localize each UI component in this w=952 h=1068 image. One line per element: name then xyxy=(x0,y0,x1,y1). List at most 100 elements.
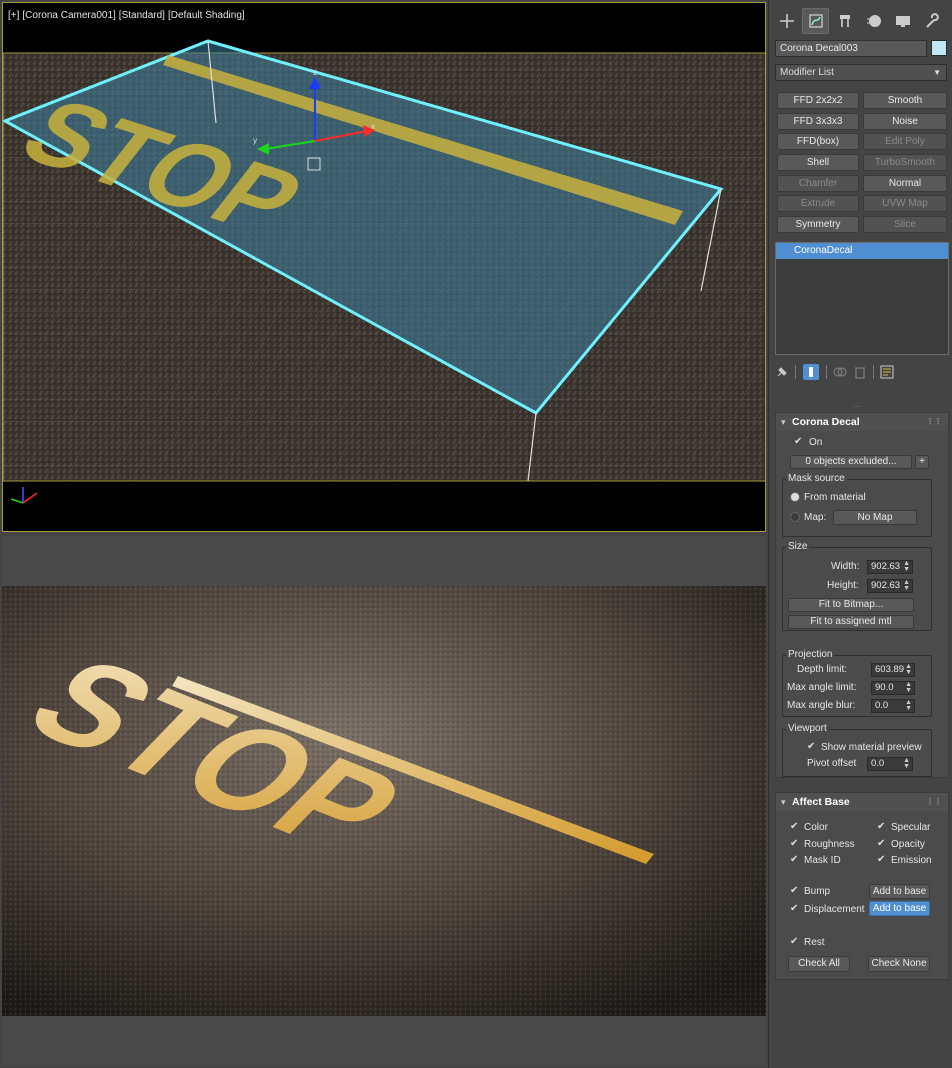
add-excluded-button[interactable]: + xyxy=(915,455,929,469)
modifier-noise-button[interactable]: Noise xyxy=(863,113,947,130)
remove-modifier-icon[interactable] xyxy=(853,365,867,379)
svg-text:x: x xyxy=(371,122,375,131)
emission-label: Emission xyxy=(891,855,932,866)
from-material-radio[interactable] xyxy=(790,492,800,502)
show-material-preview-label: Show material preview xyxy=(821,742,922,753)
pivot-offset-label: Pivot offset xyxy=(807,758,857,769)
fit-to-assigned-mtl-button[interactable]: Fit to assigned mtl xyxy=(788,615,914,629)
motion-tab[interactable] xyxy=(860,8,887,34)
corona-decal-rollout: Corona Decal ⋮⋮ ✔ On 0 objects excluded.… xyxy=(775,412,949,778)
specular-checkbox[interactable]: ✔ xyxy=(877,822,887,832)
modifier-symmetry-button[interactable]: Symmetry xyxy=(777,216,859,233)
displacement-checkbox[interactable]: ✔ xyxy=(790,904,800,914)
viewport-menu-plus[interactable]: [+] xyxy=(8,10,19,21)
chevron-down-icon: ▼ xyxy=(933,68,941,77)
map-radio[interactable] xyxy=(790,512,800,522)
viewport-camera-label[interactable]: [Corona Camera001] xyxy=(22,10,115,21)
toolbar-divider xyxy=(795,365,796,379)
render-frame: STOP xyxy=(2,536,766,1066)
spinner-arrows-icon[interactable]: ▲ ▼ xyxy=(905,699,912,712)
roughness-checkbox[interactable]: ✔ xyxy=(790,839,800,849)
hierarchy-tab[interactable] xyxy=(831,8,858,34)
bump-add-to-base-button[interactable]: Add to base xyxy=(869,884,930,899)
modifier-shell-button[interactable]: Shell xyxy=(777,154,859,171)
check-none-button[interactable]: Check None xyxy=(868,956,930,972)
no-map-button[interactable]: No Map xyxy=(833,510,917,525)
color-checkbox[interactable]: ✔ xyxy=(790,822,800,832)
depth-limit-value: 603.89 xyxy=(875,664,905,675)
pin-stack-icon[interactable] xyxy=(775,365,789,379)
show-end-result-icon[interactable] xyxy=(802,363,820,381)
mask-id-checkbox[interactable]: ✔ xyxy=(790,855,800,865)
max-angle-blur-value: 0.0 xyxy=(875,700,889,711)
utilities-tab[interactable] xyxy=(918,8,945,34)
svg-text:z: z xyxy=(313,68,317,77)
bump-checkbox[interactable]: ✔ xyxy=(790,886,800,896)
object-color-swatch[interactable] xyxy=(931,40,947,56)
check-all-button[interactable]: Check All xyxy=(788,956,850,972)
modifier-turbosmooth-button[interactable]: TurboSmooth xyxy=(863,154,947,171)
viewport-standard-label[interactable]: [Standard] xyxy=(119,10,165,21)
opacity-checkbox[interactable]: ✔ xyxy=(877,839,887,849)
max-angle-blur-spinner[interactable]: 0.0 ▲ ▼ xyxy=(871,699,915,713)
corona-decal-rollout-header[interactable]: Corona Decal ⋮⋮ xyxy=(776,413,948,431)
modifier-uvw-map-button[interactable]: UVW Map xyxy=(863,195,947,212)
modifier-ffd-box-button[interactable]: FFD(box) xyxy=(777,133,859,150)
modifier-stack[interactable]: CoronaDecal xyxy=(775,242,949,355)
specular-label: Specular xyxy=(891,822,931,833)
spinner-arrows-icon[interactable]: ▲ ▼ xyxy=(905,663,912,676)
emission-checkbox[interactable]: ✔ xyxy=(877,855,887,865)
viewport-label[interactable]: [+] [Corona Camera001] [Standard] [Default … xyxy=(8,10,248,21)
show-material-preview-checkbox[interactable]: ✔ xyxy=(807,742,817,752)
pivot-offset-spinner[interactable]: 0.0 ▲ ▼ xyxy=(867,757,913,771)
modifier-ffd-3x3x3-button[interactable]: FFD 3x3x3 xyxy=(777,113,859,130)
spinner-arrows-icon[interactable]: ▲ ▼ xyxy=(903,560,910,573)
rest-checkbox[interactable]: ✔ xyxy=(790,937,800,947)
spinner-arrows-icon[interactable]: ▲ ▼ xyxy=(903,757,910,770)
viewport-shading-label[interactable]: [Default Shading] xyxy=(168,10,245,21)
rollup-grip[interactable]: .... xyxy=(853,402,861,409)
display-tab[interactable] xyxy=(889,8,916,34)
height-spinner[interactable]: 902.63 ▲ ▼ xyxy=(867,579,913,593)
projection-group: Projection Depth limit: 603.89 ▲ ▼ Max ang… xyxy=(782,649,932,717)
make-unique-icon[interactable] xyxy=(833,365,847,379)
grip-icon: ⋮⋮ xyxy=(926,797,942,806)
displacement-add-to-base-button[interactable]: Add to base xyxy=(869,901,930,916)
fit-to-bitmap-button[interactable]: Fit to Bitmap... xyxy=(788,598,914,612)
modifier-list-label: Modifier List xyxy=(780,67,834,78)
create-tab[interactable] xyxy=(773,8,800,34)
command-panel-tabs xyxy=(773,8,949,36)
size-group: Size Width: 902.63 ▲ ▼ Height: 902.63 ▲ ▼ Fi… xyxy=(782,541,932,631)
modifier-list-dropdown[interactable]: Modifier List ▼ xyxy=(775,64,947,81)
width-label: Width: xyxy=(831,561,860,572)
display-icon xyxy=(895,16,910,27)
displacement-label: Displacement xyxy=(804,904,865,915)
object-name-field[interactable]: Corona Decal003 xyxy=(775,40,927,57)
modifier-slice-button[interactable]: Slice xyxy=(863,216,947,233)
affect-base-rollout: Affect Base ⋮⋮ ✔ Color ✔ Specular ✔ Roug… xyxy=(775,792,949,980)
modifier-normal-button[interactable]: Normal xyxy=(863,175,947,192)
modifier-chamfer-button[interactable]: Chamfer xyxy=(777,175,859,192)
objects-excluded-button[interactable]: 0 objects excluded... xyxy=(790,455,912,469)
on-checkbox[interactable]: ✔ xyxy=(794,437,804,447)
opacity-label: Opacity xyxy=(891,839,925,850)
modifier-extrude-button[interactable]: Extrude xyxy=(777,195,859,212)
toolbar-divider xyxy=(873,365,874,379)
max-angle-limit-spinner[interactable]: 90.0 ▲ ▼ xyxy=(871,681,915,695)
configure-modifier-sets-icon[interactable] xyxy=(880,365,894,379)
color-label: Color xyxy=(804,822,828,833)
bump-label: Bump xyxy=(804,886,831,897)
perspective-viewport[interactable]: STOP y x z [+] [Corona Camera001] [Stand… xyxy=(2,2,766,532)
projection-title: Projection xyxy=(786,649,835,660)
depth-limit-spinner[interactable]: 603.89 ▲ ▼ xyxy=(871,663,915,677)
modifier-edit-poly-button[interactable]: Edit Poly xyxy=(863,133,947,150)
spinner-arrows-icon[interactable]: ▲ ▼ xyxy=(903,579,910,592)
affect-base-rollout-header[interactable]: Affect Base ⋮⋮ xyxy=(776,793,948,811)
modifier-ffd-2x2x2-button[interactable]: FFD 2x2x2 xyxy=(777,92,859,109)
spinner-arrows-icon[interactable]: ▲ ▼ xyxy=(905,681,912,694)
toolbar-divider xyxy=(826,365,827,379)
stack-item-coronadecal[interactable]: CoronaDecal xyxy=(776,243,948,259)
width-spinner[interactable]: 902.63 ▲ ▼ xyxy=(867,560,913,574)
modifier-smooth-button[interactable]: Smooth xyxy=(863,92,947,109)
modify-tab[interactable] xyxy=(802,8,829,34)
